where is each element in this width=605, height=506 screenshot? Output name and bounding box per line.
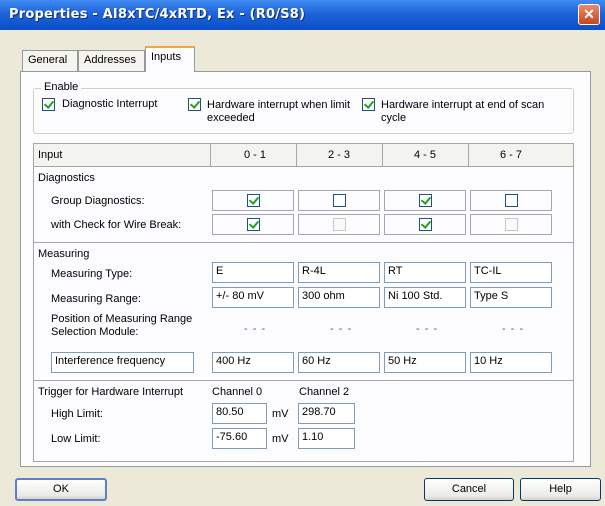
diagnostic-interrupt-checkbox[interactable] xyxy=(42,98,55,111)
hw-interrupt-scan-label: Hardware interrupt at end of scan cycle xyxy=(381,99,545,124)
wire-break-checkbox-2-3 xyxy=(333,218,346,231)
position-value-6-7: - - - xyxy=(502,323,525,335)
measuring-range-0-1[interactable]: +/- 80 mV xyxy=(212,287,294,308)
column-divider xyxy=(296,144,297,166)
diagnostics-caption: Diagnostics xyxy=(38,172,95,184)
interference-frequency-button[interactable]: Interference frequency xyxy=(51,352,194,373)
channel-0-header: Channel 0 xyxy=(212,386,263,398)
group-diag-checkbox-6-7[interactable] xyxy=(505,194,518,207)
group-diag-checkbox-2-3[interactable] xyxy=(333,194,346,207)
diagnostic-interrupt-label: Diagnostic Interrupt xyxy=(62,98,158,110)
measuring-range-2-3[interactable]: 300 ohm xyxy=(298,287,380,308)
trigger-caption: Trigger for Hardware Interrupt xyxy=(38,386,184,398)
measuring-range-4-5[interactable]: Ni 100 Std. xyxy=(384,287,466,308)
tab-label: General xyxy=(28,54,68,66)
tab-label: Addresses xyxy=(84,54,136,66)
window-title: Properties - AI8xTC/4xRTD, Ex - (R0/S8) xyxy=(9,7,306,22)
position-module-label: Position of Measuring Range Selection Mo… xyxy=(51,313,193,338)
measuring-type-2-3[interactable]: R-4L xyxy=(298,262,380,283)
position-value-0-1: - - - xyxy=(244,323,267,335)
hw-interrupt-scan-checkbox[interactable] xyxy=(362,98,375,111)
column-header-4-5: 4 - 5 xyxy=(414,149,437,161)
column-header-2-3: 2 - 3 xyxy=(328,149,351,161)
group-diag-checkbox-0-1[interactable] xyxy=(247,194,260,207)
tab-inputs[interactable]: Inputs xyxy=(145,46,195,72)
grid-header xyxy=(34,144,573,166)
interference-2-3[interactable]: 60 Hz xyxy=(298,352,380,373)
low-limit-unit: mV xyxy=(272,433,289,445)
low-limit-label: Low Limit: xyxy=(51,433,101,445)
ok-button[interactable]: OK xyxy=(15,478,107,501)
hw-interrupt-limit-checkbox[interactable] xyxy=(188,98,201,111)
channel-2-header: Channel 2 xyxy=(299,386,350,398)
wire-break-checkbox-0-1[interactable] xyxy=(247,218,260,231)
row-divider xyxy=(33,166,574,167)
high-limit-channel-0[interactable]: 80.50 xyxy=(212,403,267,424)
low-limit-channel-2[interactable]: 1.10 xyxy=(298,428,355,449)
tab-addresses[interactable]: Addresses xyxy=(78,50,145,71)
interference-0-1[interactable]: 400 Hz xyxy=(212,352,294,373)
interference-4-5[interactable]: 50 Hz xyxy=(384,352,466,373)
measuring-caption: Measuring xyxy=(38,248,90,260)
close-icon: ✕ xyxy=(583,6,595,22)
wire-break-checkbox-4-5[interactable] xyxy=(419,218,432,231)
tab-label: Inputs xyxy=(151,51,181,63)
input-header: Input xyxy=(38,149,63,161)
measuring-type-4-5[interactable]: RT xyxy=(384,262,466,283)
high-limit-unit: mV xyxy=(272,408,289,420)
position-value-2-3: - - - xyxy=(330,323,353,335)
measuring-type-6-7[interactable]: TC-IL xyxy=(470,262,552,283)
column-divider xyxy=(210,144,211,166)
close-button[interactable]: ✕ xyxy=(578,4,600,25)
measuring-range-label: Measuring Range: xyxy=(51,293,141,305)
row-divider xyxy=(33,380,574,381)
interference-6-7[interactable]: 10 Hz xyxy=(470,352,552,373)
group-diag-checkbox-4-5[interactable] xyxy=(419,194,432,207)
high-limit-channel-2[interactable]: 298.70 xyxy=(298,403,355,424)
wire-break-checkbox-6-7 xyxy=(505,218,518,231)
measuring-range-6-7[interactable]: Type S xyxy=(470,287,552,308)
hw-interrupt-limit-label: Hardware interrupt when limit exceeded xyxy=(207,99,351,124)
column-divider xyxy=(382,144,383,166)
wire-break-label: with Check for Wire Break: xyxy=(51,219,182,231)
column-header-6-7: 6 - 7 xyxy=(500,149,523,161)
tab-general[interactable]: General xyxy=(22,50,78,71)
title-bar[interactable]: Properties - AI8xTC/4xRTD, Ex - (R0/S8) … xyxy=(0,0,605,30)
column-header-0-1: 0 - 1 xyxy=(244,149,267,161)
enable-caption: Enable xyxy=(41,81,82,93)
low-limit-channel-0[interactable]: -75.60 xyxy=(212,428,267,449)
high-limit-label: High Limit: xyxy=(51,408,103,420)
position-value-4-5: - - - xyxy=(416,323,439,335)
measuring-type-0-1[interactable]: E xyxy=(212,262,294,283)
cancel-button[interactable]: Cancel xyxy=(424,478,514,501)
column-divider xyxy=(468,144,469,166)
group-diagnostics-label: Group Diagnostics: xyxy=(51,195,145,207)
help-button[interactable]: Help xyxy=(520,478,601,501)
row-divider xyxy=(33,242,574,243)
measuring-type-label: Measuring Type: xyxy=(51,268,133,280)
